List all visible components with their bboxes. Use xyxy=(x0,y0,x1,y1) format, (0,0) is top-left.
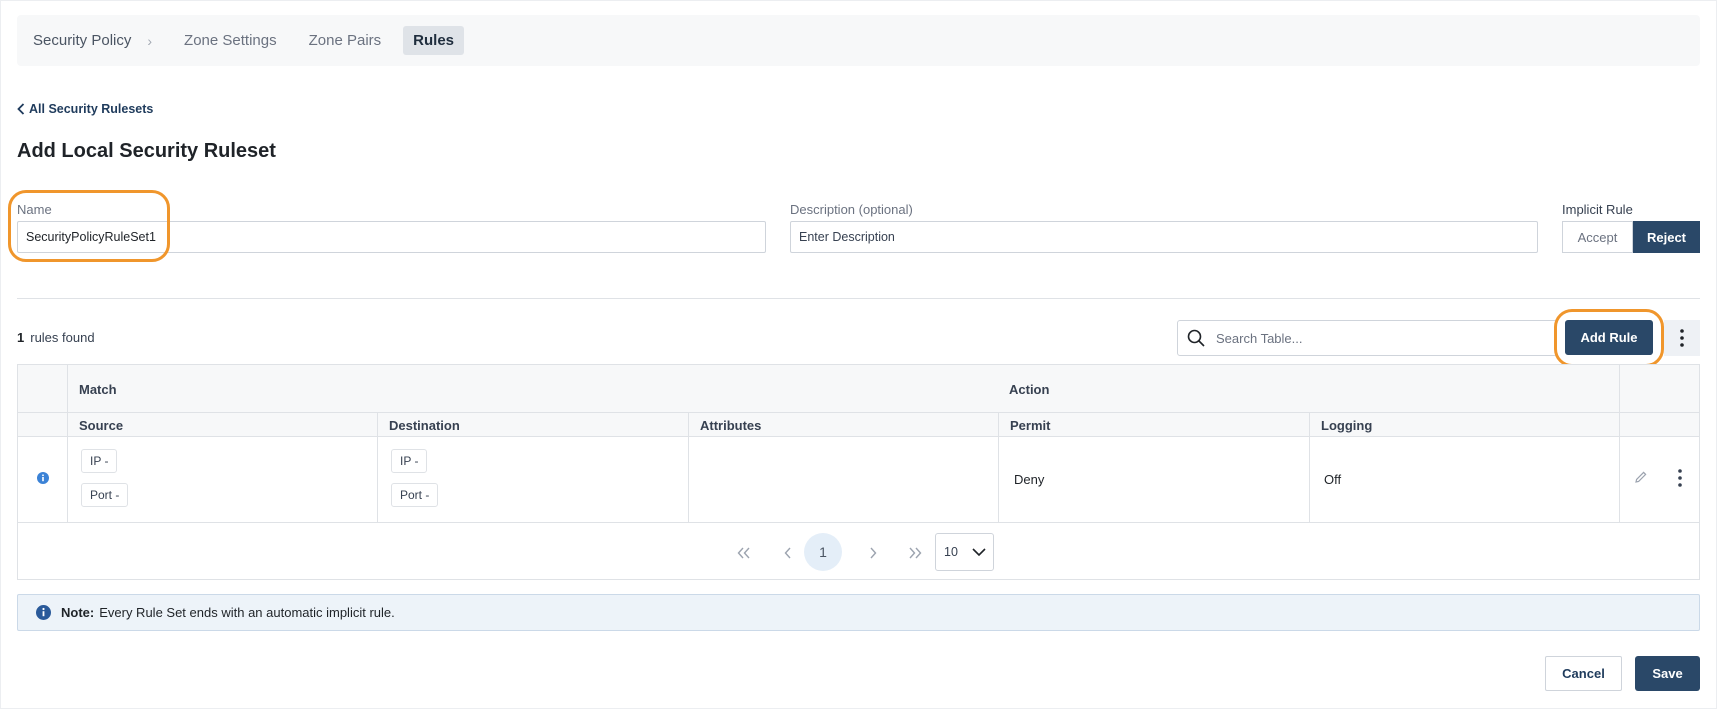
info-icon xyxy=(36,605,51,620)
destination-ip-chip: IP - xyxy=(391,449,428,473)
next-page-icon xyxy=(870,547,877,559)
add-rule-button[interactable]: Add Rule xyxy=(1565,320,1653,355)
pagination: 1 10 xyxy=(18,522,1699,580)
description-field[interactable] xyxy=(790,221,1538,253)
source-ip-chip: IP - xyxy=(81,449,118,473)
note-text: Every Rule Set ends with an automatic im… xyxy=(99,605,395,620)
edit-pencil-icon[interactable] xyxy=(1634,470,1648,484)
name-field[interactable] xyxy=(17,221,766,253)
row-kebab-menu-icon[interactable] xyxy=(1678,469,1682,487)
prev-page-icon xyxy=(784,547,791,559)
tab-rules[interactable]: Rules xyxy=(403,26,465,55)
page-title: Add Local Security Ruleset xyxy=(17,140,276,162)
search-icon xyxy=(1187,329,1205,347)
chevron-down-icon xyxy=(972,548,986,556)
rules-count-number: 1 xyxy=(17,330,25,345)
rules-count-suffix: rules found xyxy=(30,330,95,345)
destination-port-chip: Port - xyxy=(391,483,439,507)
col-divider xyxy=(688,413,689,522)
source-column-header: Source xyxy=(79,418,124,433)
permit-column-header: Permit xyxy=(1010,418,1051,433)
rules-count: 1 rules found xyxy=(17,330,95,345)
col-divider xyxy=(67,365,68,522)
note-label: Note: xyxy=(61,605,95,620)
attributes-column-header: Attributes xyxy=(700,418,762,433)
page-1-button[interactable]: 1 xyxy=(804,533,842,571)
implicit-rule-toggle: Accept Reject xyxy=(1562,221,1700,253)
chevron-left-icon xyxy=(17,103,25,115)
cancel-button[interactable]: Cancel xyxy=(1545,656,1622,691)
col-divider xyxy=(1619,365,1620,522)
kebab-menu-icon xyxy=(1680,329,1684,347)
description-label: Description (optional) xyxy=(790,202,913,217)
tab-zone-settings[interactable]: Zone Settings xyxy=(184,32,277,49)
first-page-icon xyxy=(737,547,750,559)
first-page-button[interactable] xyxy=(729,538,759,568)
name-label: Name xyxy=(17,202,52,217)
col-divider xyxy=(998,413,999,522)
col-divider xyxy=(1309,413,1310,522)
table-header-row xyxy=(18,413,1699,437)
last-page-button[interactable] xyxy=(900,538,930,568)
destination-column-header: Destination xyxy=(389,418,460,433)
info-icon[interactable] xyxy=(37,472,49,484)
page-size-select[interactable]: 10 xyxy=(935,533,994,571)
action-group-header: Action xyxy=(1009,382,1050,397)
next-page-button[interactable] xyxy=(858,538,888,568)
col-divider xyxy=(377,413,378,522)
table-group-header-row xyxy=(18,365,1699,413)
match-group-header: Match xyxy=(79,382,117,397)
section-divider xyxy=(17,298,1700,299)
table-more-button[interactable] xyxy=(1664,320,1700,356)
rules-table: Match Action Source Destination Attribut… xyxy=(17,364,1700,580)
back-link-label: All Security Rulesets xyxy=(29,102,154,116)
source-port-chip: Port - xyxy=(81,483,129,507)
page-size-value: 10 xyxy=(944,545,958,559)
save-button[interactable]: Save xyxy=(1635,656,1700,691)
logging-column-header: Logging xyxy=(1321,418,1373,433)
implicit-accept-option[interactable]: Accept xyxy=(1562,221,1633,253)
breadcrumb: Security Policy › Zone Settings Zone Pai… xyxy=(17,15,1700,66)
implicit-rule-label: Implicit Rule xyxy=(1562,202,1633,217)
breadcrumb-security-policy[interactable]: Security Policy xyxy=(33,32,131,49)
logging-cell: Off xyxy=(1324,472,1342,487)
implicit-rule-note: Note: Every Rule Set ends with an automa… xyxy=(17,594,1700,631)
breadcrumb-separator: › xyxy=(147,32,153,49)
implicit-reject-option[interactable]: Reject xyxy=(1633,221,1700,253)
back-to-rulesets-link[interactable]: All Security Rulesets xyxy=(17,102,153,116)
search-input[interactable] xyxy=(1216,330,1536,346)
last-page-icon xyxy=(909,547,922,559)
prev-page-button[interactable] xyxy=(773,538,803,568)
tab-zone-pairs[interactable]: Zone Pairs xyxy=(309,32,382,49)
search-box xyxy=(1177,320,1557,356)
permit-cell: Deny xyxy=(1014,472,1045,487)
